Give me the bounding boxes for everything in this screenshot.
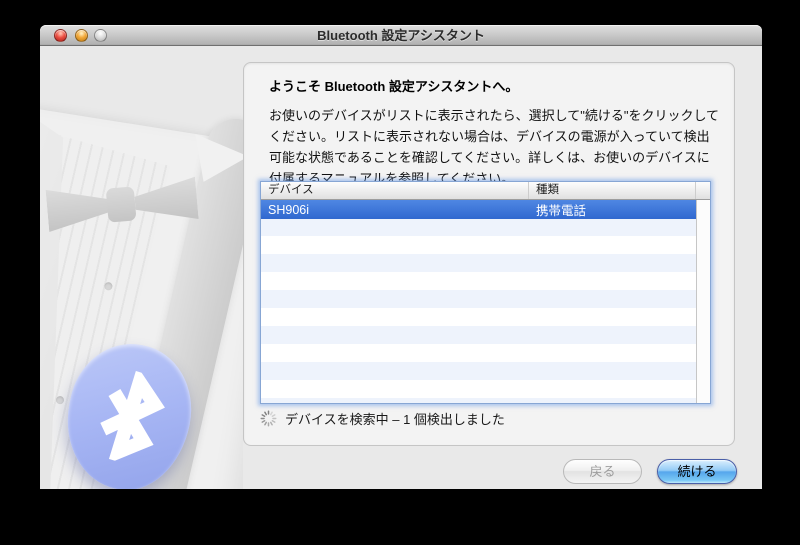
screen: Bluetooth 設定アシスタント ようこそ Bluetooth 設定アシスタ… (0, 0, 800, 545)
device-name-cell: SH906i (268, 202, 309, 217)
column-header-type: 種類 (529, 182, 696, 199)
progress-spinner-icon (260, 410, 277, 427)
welcome-heading: ようこそ Bluetooth 設定アシスタントへ。 (269, 79, 519, 94)
device-type-cell: 携帯電話 (536, 204, 587, 218)
bluetooth-assistant-window: Bluetooth 設定アシスタント ようこそ Bluetooth 設定アシスタ… (40, 25, 762, 489)
titlebar[interactable]: Bluetooth 設定アシスタント (40, 25, 762, 46)
column-header-scroll-corner (696, 182, 710, 199)
setup-assistant-tuxedo-graphic (40, 46, 243, 489)
table-header: デバイス 種類 (261, 182, 710, 200)
column-header-device: デバイス (261, 182, 529, 199)
back-button: 戻る (563, 459, 642, 484)
continue-button[interactable]: 続ける (657, 459, 737, 484)
device-table[interactable]: デバイス 種類 SH906i 携帯電話 (260, 181, 711, 404)
content-panel: ようこそ Bluetooth 設定アシスタントへ。 お使いのデバイスがリストに表… (243, 62, 735, 446)
search-status-row: デバイスを検索中 – 1 個検出しました (260, 409, 505, 428)
search-status-text: デバイスを検索中 – 1 個検出しました (285, 412, 505, 427)
vertical-scrollbar-track[interactable] (696, 200, 710, 403)
table-row-selected[interactable]: SH906i 携帯電話 (261, 200, 696, 219)
instructions-text: お使いのデバイスがリストに表示されたら、選択して"続ける"をクリックしてください… (269, 108, 720, 186)
window-title: Bluetooth 設定アシスタント (317, 28, 485, 43)
table-body[interactable]: SH906i 携帯電話 (261, 200, 710, 403)
